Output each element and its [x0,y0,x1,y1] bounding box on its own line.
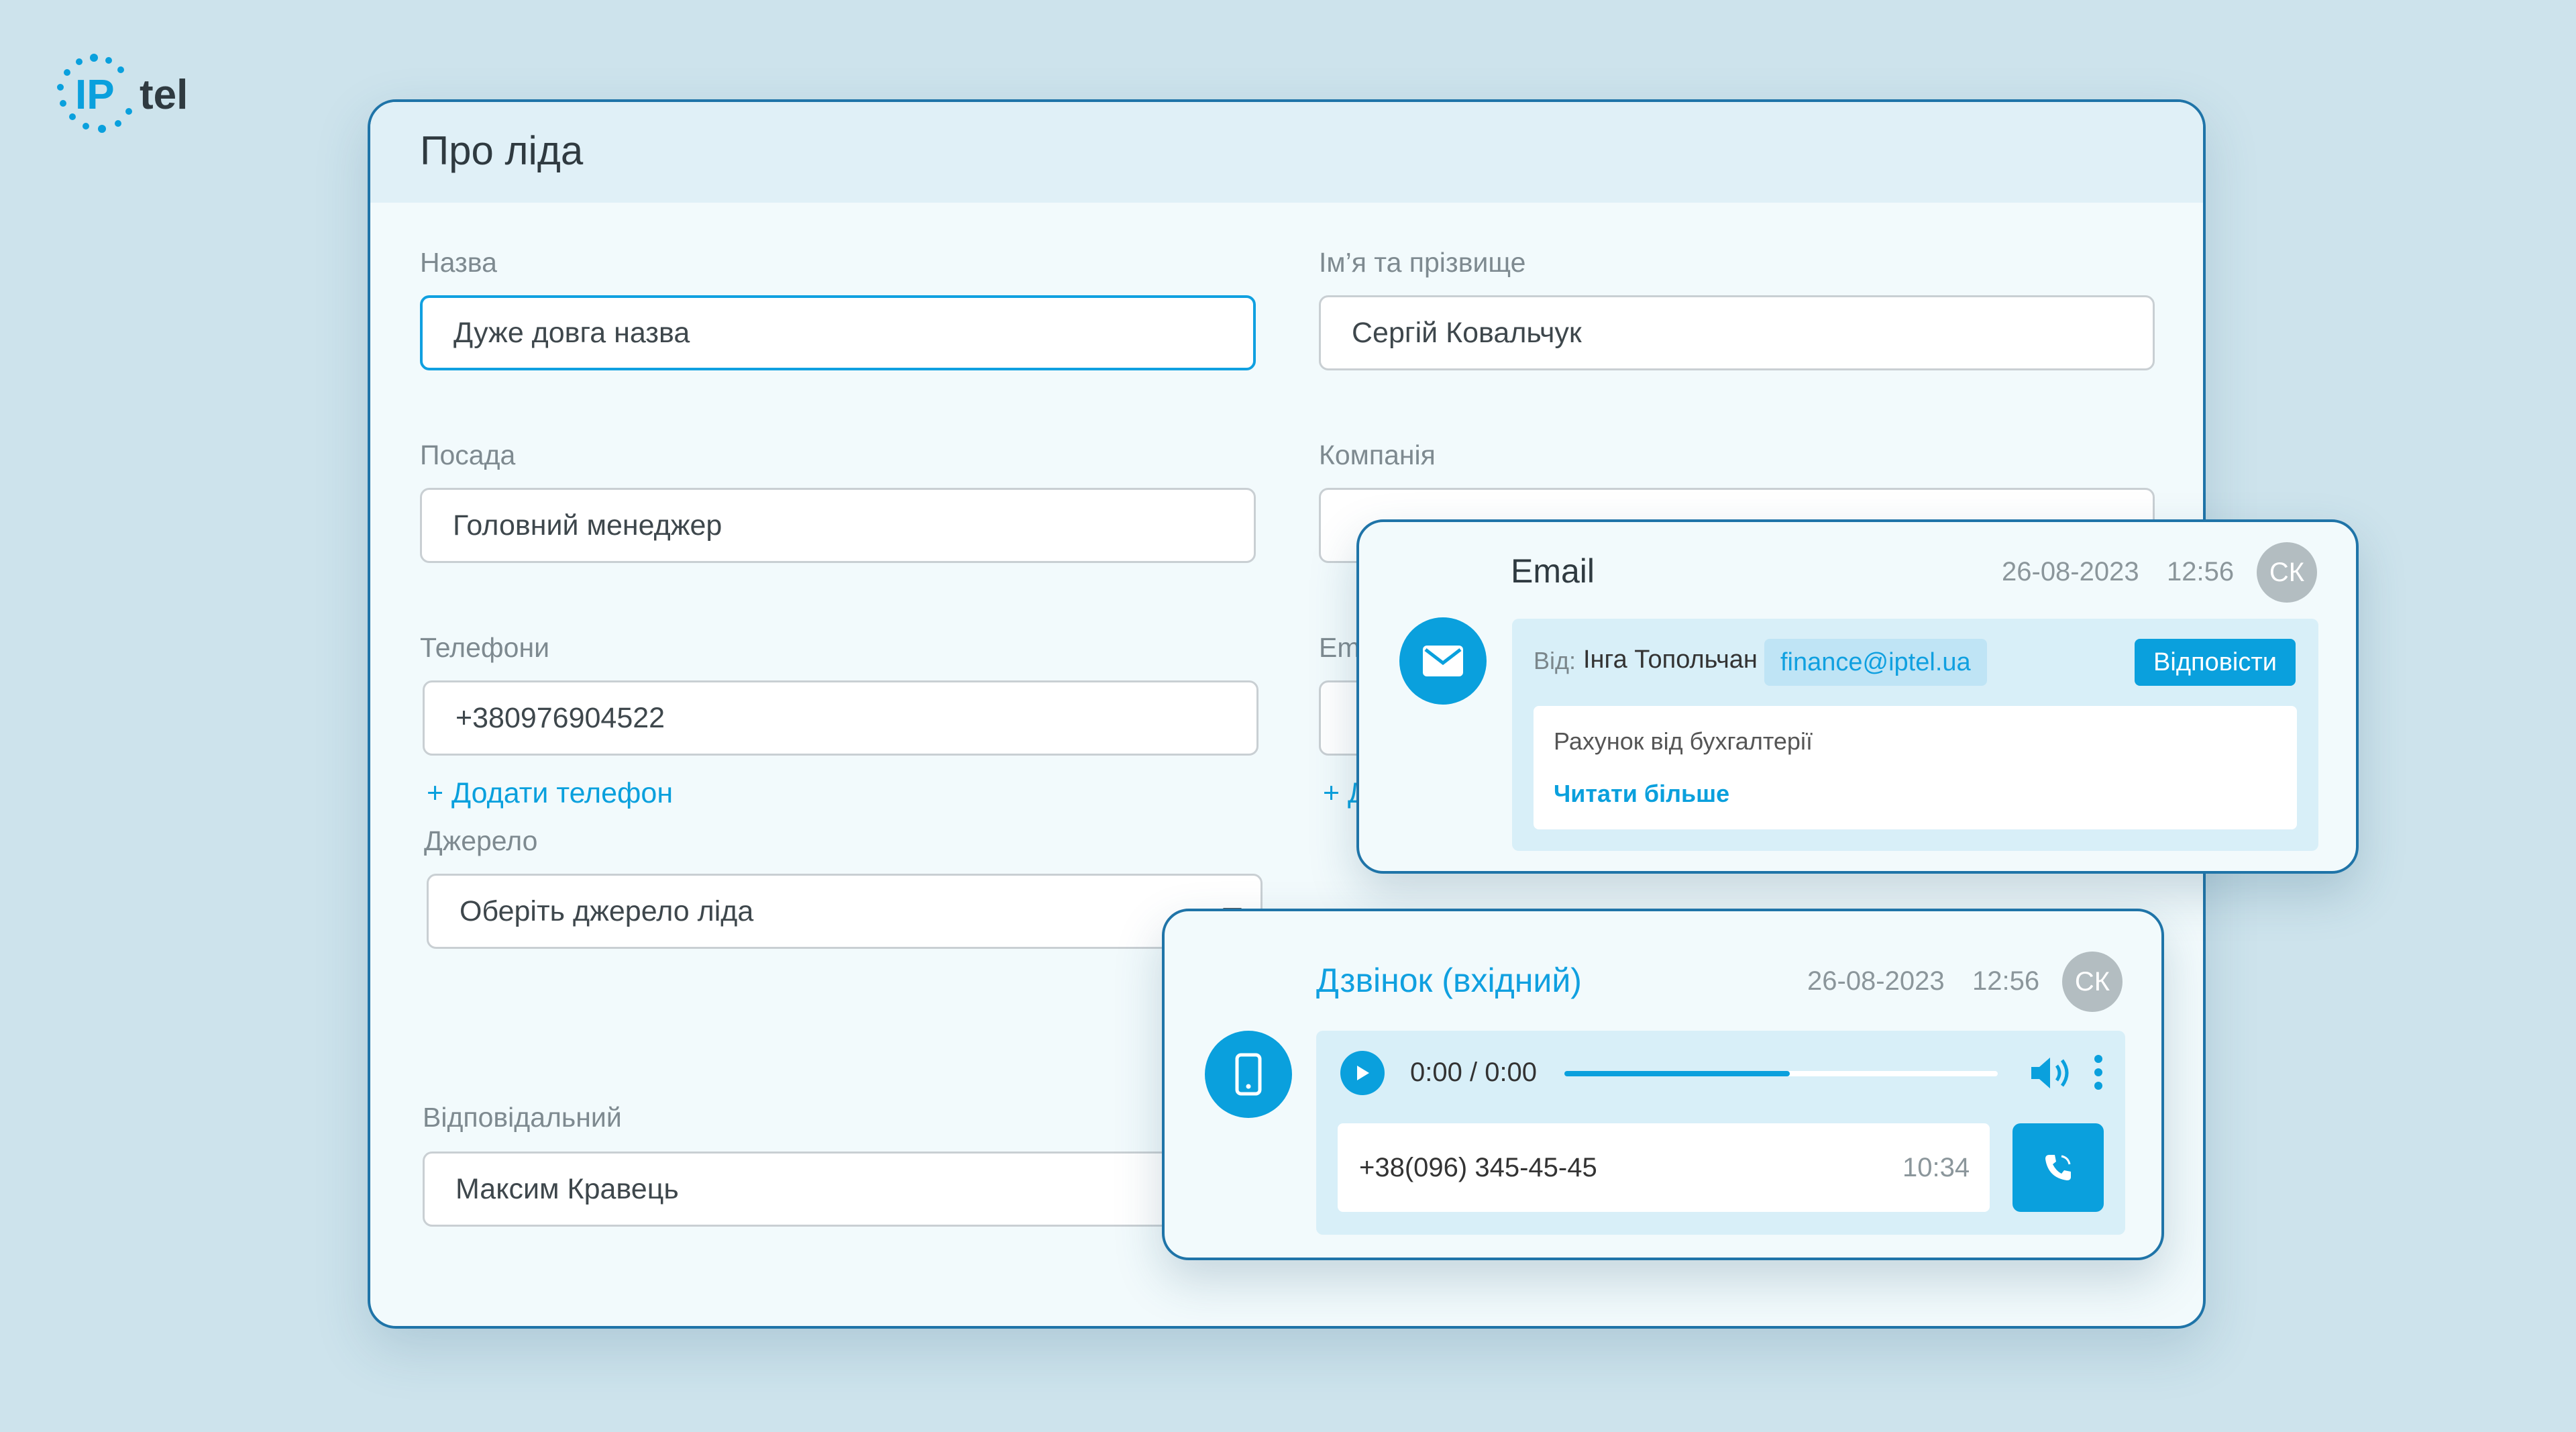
audio-progress-slider[interactable] [1564,1071,1998,1076]
from-label: Від: [1534,647,1576,674]
source-select[interactable]: Оберіть джерело ліда [427,874,1263,949]
volume-icon[interactable] [2029,1055,2073,1091]
svg-text:tel: tel [140,72,188,118]
iptel-logo: IP tel [52,52,213,140]
source-select-placeholder: Оберіть джерело ліда [460,894,754,927]
avatar: СК [2062,952,2123,1012]
email-event-title: Email [1511,552,1595,590]
play-button[interactable] [1340,1051,1385,1095]
call-button[interactable] [2012,1123,2104,1212]
avatar: СК [2257,542,2317,603]
source-label: Джерело [424,825,538,856]
from-name: Інга Топольчан [1583,646,1758,674]
read-more-link[interactable]: Читати більше [1554,780,1729,808]
call-event-date: 26-08-2023 [1807,966,1945,996]
position-label: Посада [420,440,516,470]
phones-label: Телефони [420,632,549,663]
phone-input[interactable]: +380976904522 [423,680,1258,756]
email-subject: Рахунок від бухгалтерії [1554,727,1813,755]
responsible-input[interactable]: Максим Кравець [423,1152,1258,1227]
call-info: +38(096) 345-45-45 10:34 [1338,1123,1990,1212]
name-label: Назва [420,247,497,278]
mobile-phone-icon [1205,1031,1292,1118]
call-phone-number: +38(096) 345-45-45 [1359,1153,1597,1182]
phone-input-value: +380976904522 [455,701,665,734]
call-event-body: 0:00 / 0:00 +38(096) 345-45-45 10:34 [1316,1031,2125,1235]
play-icon [1357,1066,1369,1080]
fullname-input[interactable]: Сергій Ковальчук [1319,295,2155,370]
from-email-chip[interactable]: finance@iptel.ua [1764,639,1987,686]
name-input-value: Дуже довга назва [453,316,690,349]
responsible-input-value: Максим Кравець [455,1172,679,1205]
audio-progress-fill [1564,1071,1790,1076]
player-time: 0:00 / 0:00 [1410,1058,1538,1087]
phone-icon [2045,1155,2071,1180]
reply-button[interactable]: Відповісти [2135,639,2296,686]
email-event-time: 12:56 [2167,557,2235,586]
call-event-title: Дзвінок (вхідний) [1316,962,1582,999]
email-event-date: 26-08-2023 [2002,557,2139,586]
email-label: Em [1319,632,1360,663]
company-label: Компанія [1319,440,1436,470]
fullname-label: Ім’я та прізвище [1319,247,1526,278]
position-input[interactable]: Головний менеджер [420,488,1256,563]
envelope-icon [1399,617,1487,705]
more-options-icon[interactable] [2092,1054,2105,1091]
name-input[interactable]: Дуже довга назва [420,295,1256,370]
email-preview: Рахунок від бухгалтерії Читати більше [1534,706,2297,829]
svg-text:IP: IP [75,72,115,118]
email-event-body: Від: Інга Топольчан finance@iptel.ua Від… [1512,619,2318,851]
call-duration: 10:34 [1902,1153,1970,1182]
fullname-input-value: Сергій Ковальчук [1352,316,1582,349]
position-input-value: Головний менеджер [453,509,722,542]
call-event-time: 12:56 [1972,966,2040,996]
call-event-card: Дзвінок (вхідний) 26-08-2023 12:56 СК 0:… [1162,909,2164,1260]
add-phone-link[interactable]: + Додати телефон [427,777,673,810]
responsible-label: Відповідальний [423,1102,622,1133]
email-event-card: Email 26-08-2023 12:56 СК Від: Інга Топо… [1356,519,2359,874]
lead-card-title: Про ліда [370,102,2203,203]
